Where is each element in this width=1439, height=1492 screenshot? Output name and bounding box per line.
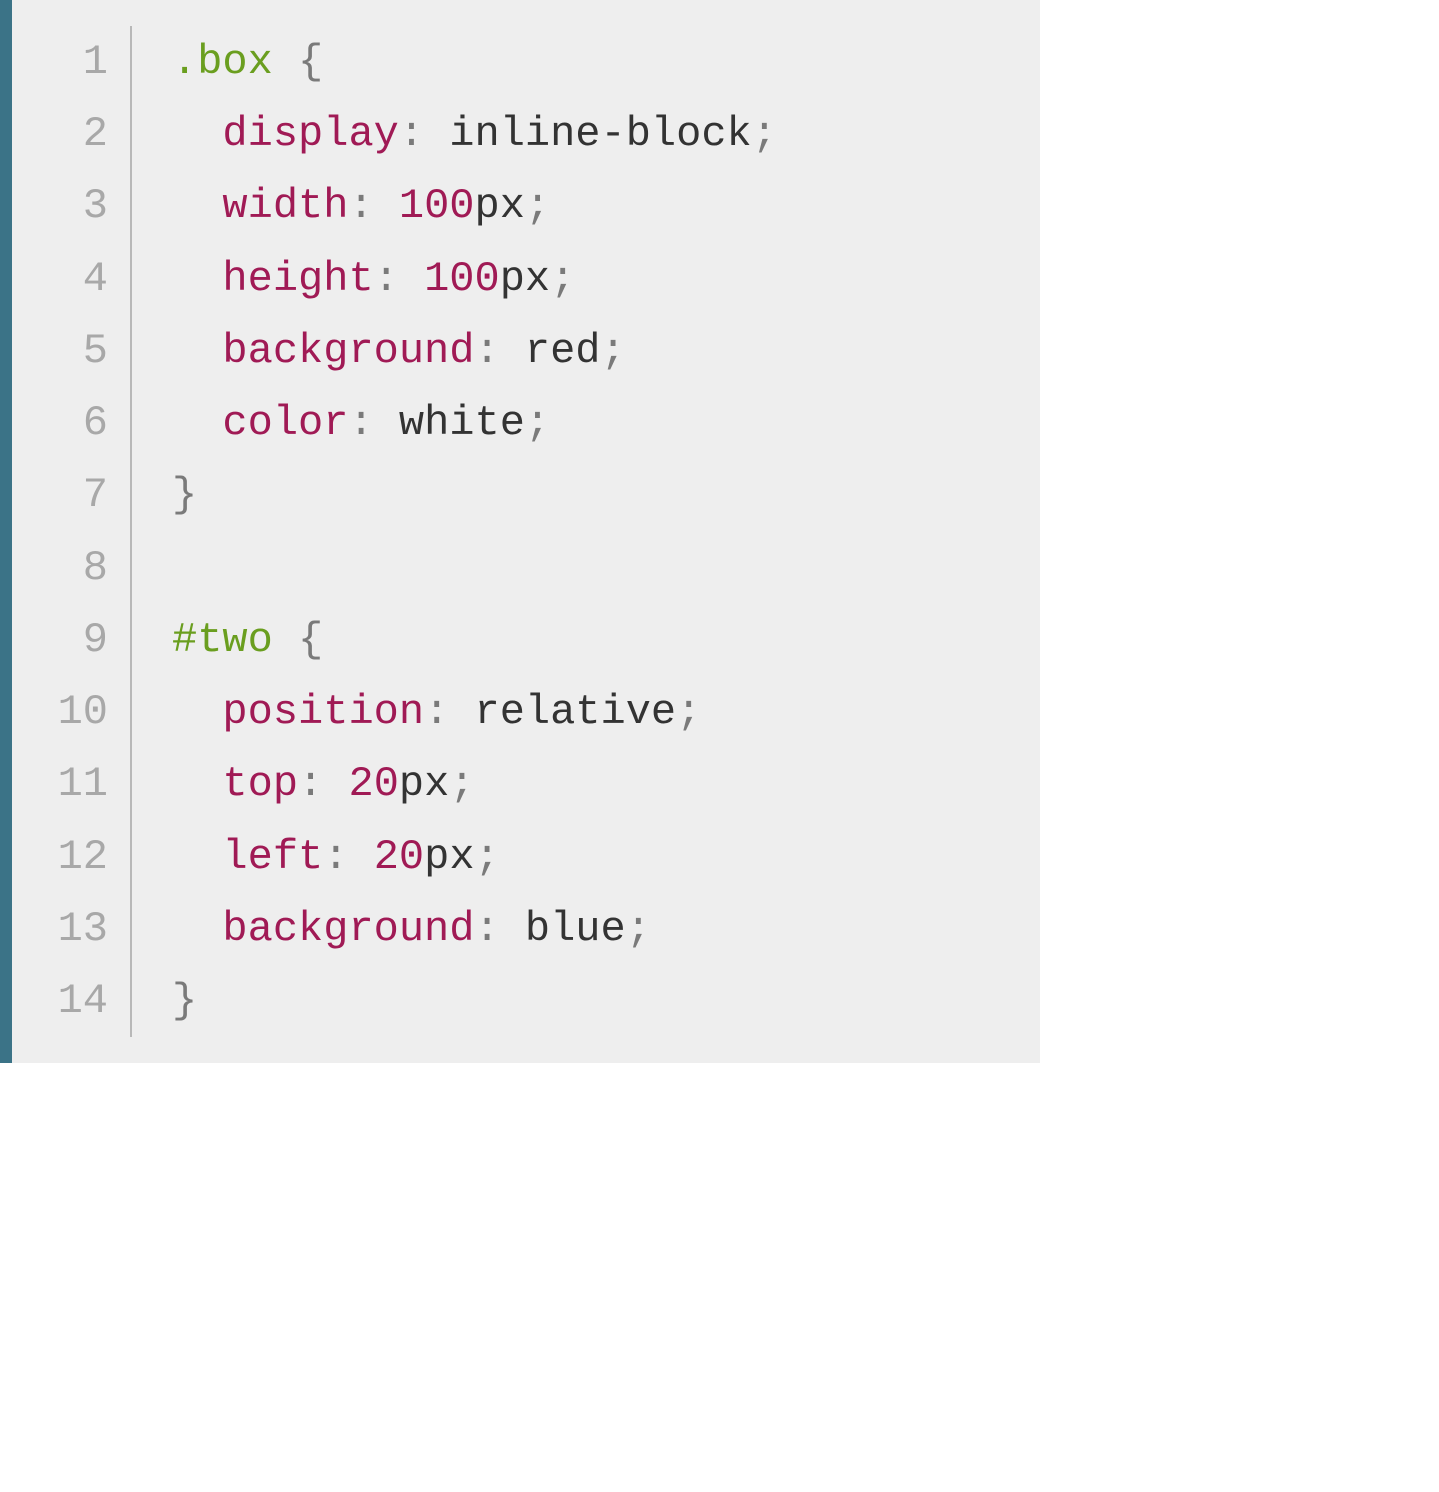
code-line: display: inline-block;	[172, 98, 777, 170]
token-punct: :	[348, 399, 373, 447]
token-punct: {	[298, 616, 323, 664]
code-line: background: blue;	[172, 893, 777, 965]
token-prop: top	[222, 760, 298, 808]
token-val: white	[374, 399, 525, 447]
token-val: inline-block	[424, 110, 752, 158]
code-line: }	[172, 459, 777, 531]
token-prop: background	[222, 327, 474, 375]
token-num: 20	[348, 760, 398, 808]
line-number: 10	[34, 676, 108, 748]
token-punct: :	[399, 110, 424, 158]
line-number: 7	[34, 459, 108, 531]
token-punct: ;	[752, 110, 777, 158]
line-number: 8	[34, 532, 108, 604]
token-punct: :	[474, 905, 499, 953]
code-content[interactable]: .box { display: inline-block; width: 100…	[132, 26, 777, 1037]
line-number: 5	[34, 315, 108, 387]
line-number: 11	[34, 748, 108, 820]
token-prop: left	[222, 833, 323, 881]
token-val	[273, 616, 298, 664]
line-number: 2	[34, 98, 108, 170]
token-num: 100	[399, 182, 475, 230]
token-prop: position	[222, 688, 424, 736]
token-val: red	[500, 327, 601, 375]
token-val	[323, 760, 348, 808]
token-punct: ;	[626, 905, 651, 953]
token-unit: px	[424, 833, 474, 881]
token-val	[399, 255, 424, 303]
token-sel: #two	[172, 616, 273, 664]
token-prop: color	[222, 399, 348, 447]
token-val: relative	[449, 688, 676, 736]
token-punct: :	[474, 327, 499, 375]
code-line: width: 100px;	[172, 170, 777, 242]
code-line: .box {	[172, 26, 777, 98]
token-val	[348, 833, 373, 881]
token-val	[172, 182, 222, 230]
token-num: 20	[374, 833, 424, 881]
token-punct: ;	[449, 760, 474, 808]
token-unit: px	[500, 255, 550, 303]
code-line: #two {	[172, 604, 777, 676]
line-number: 12	[34, 821, 108, 893]
code-line: height: 100px;	[172, 243, 777, 315]
token-punct: :	[424, 688, 449, 736]
code-block: 1234567891011121314 .box { display: inli…	[0, 0, 1040, 1063]
line-number: 1	[34, 26, 108, 98]
line-number: 14	[34, 965, 108, 1037]
token-punct: :	[323, 833, 348, 881]
token-punct: ;	[475, 833, 500, 881]
token-punct: ;	[676, 688, 701, 736]
token-unit: px	[399, 760, 449, 808]
token-val	[172, 905, 222, 953]
token-punct: :	[298, 760, 323, 808]
code-line	[172, 532, 777, 604]
token-punct: ;	[525, 399, 550, 447]
token-val	[172, 399, 222, 447]
token-prop: height	[222, 255, 373, 303]
token-prop: width	[222, 182, 348, 230]
token-val	[374, 182, 399, 230]
token-prop: display	[222, 110, 398, 158]
token-prop: background	[222, 905, 474, 953]
token-val	[172, 833, 222, 881]
line-number-gutter: 1234567891011121314	[12, 26, 132, 1037]
code-line: }	[172, 965, 777, 1037]
code-line: top: 20px;	[172, 748, 777, 820]
token-sel: .box	[172, 38, 273, 86]
line-number: 9	[34, 604, 108, 676]
token-punct: }	[172, 471, 197, 519]
token-punct: ;	[601, 327, 626, 375]
token-punct: :	[348, 182, 373, 230]
token-val	[172, 327, 222, 375]
token-val	[172, 255, 222, 303]
token-num: 100	[424, 255, 500, 303]
token-val	[172, 688, 222, 736]
token-punct: }	[172, 977, 197, 1025]
token-punct: ;	[550, 255, 575, 303]
code-line: background: red;	[172, 315, 777, 387]
code-line: color: white;	[172, 387, 777, 459]
line-number: 6	[34, 387, 108, 459]
token-unit: px	[475, 182, 525, 230]
token-val	[172, 760, 222, 808]
line-number: 4	[34, 243, 108, 315]
line-number: 13	[34, 893, 108, 965]
code-line: left: 20px;	[172, 821, 777, 893]
token-val: blue	[500, 905, 626, 953]
token-punct: {	[298, 38, 323, 86]
token-punct: :	[374, 255, 399, 303]
token-val	[273, 38, 298, 86]
token-val	[172, 110, 222, 158]
code-line: position: relative;	[172, 676, 777, 748]
token-punct: ;	[525, 182, 550, 230]
line-number: 3	[34, 170, 108, 242]
